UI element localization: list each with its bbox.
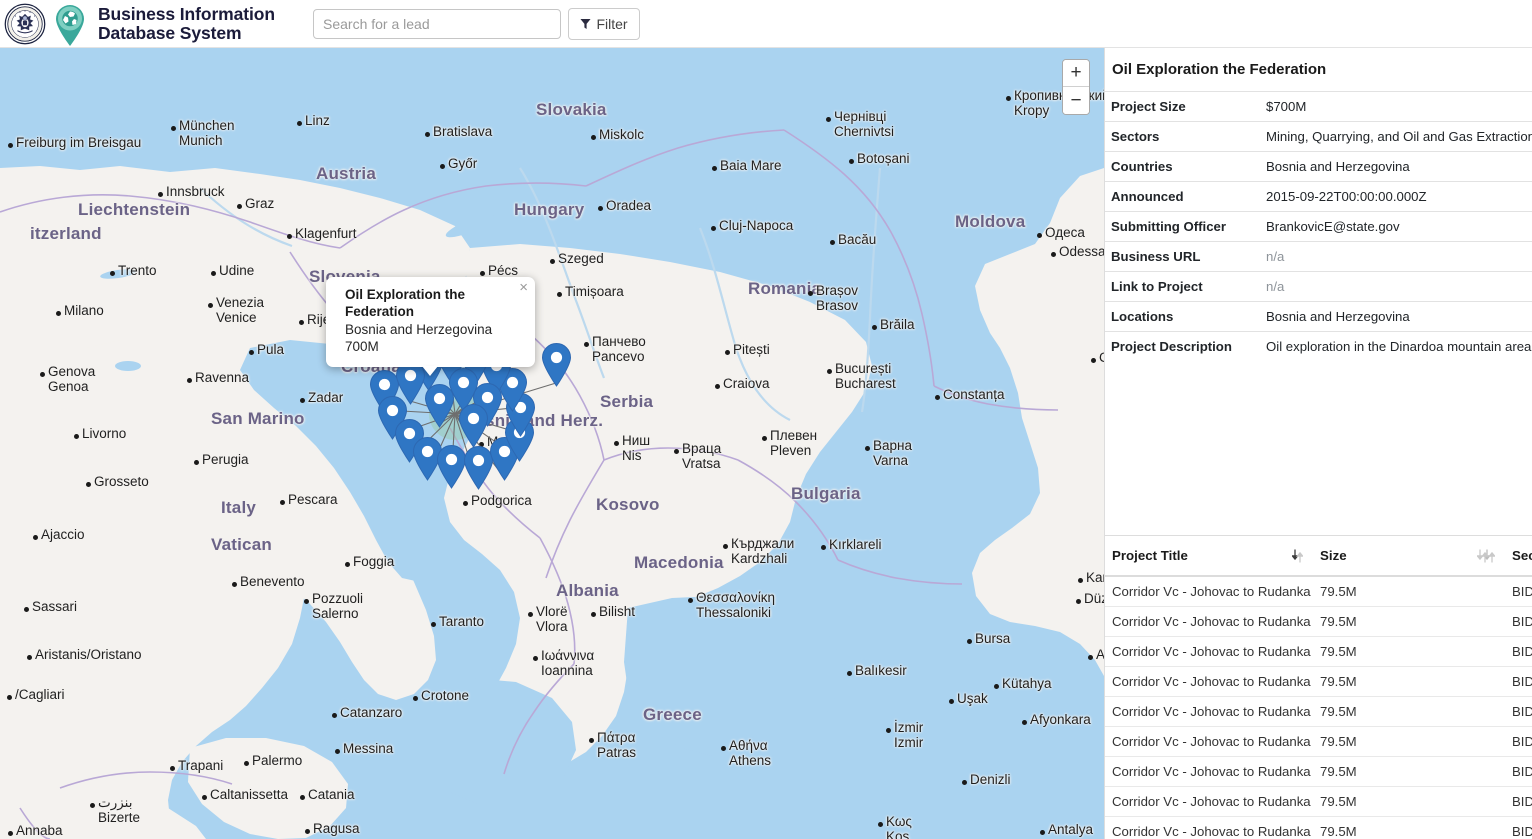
detail-row-value: Oil exploration in the Dinardoa mountain… — [1260, 331, 1532, 361]
detail-row: Business URL n/a — [1105, 241, 1532, 272]
detail-row: Countries Bosnia and Herzegovina — [1105, 151, 1532, 182]
results-row-title: Corridor Vc - Johovac to Rudanka — [1105, 786, 1313, 817]
detail-row-label: Locations — [1105, 301, 1260, 332]
results-column-header-label: Size — [1320, 548, 1347, 563]
results-column-header[interactable]: Sec — [1477, 536, 1532, 577]
results-row-size: 79.5M — [1313, 816, 1505, 839]
popup-tip — [422, 366, 438, 377]
results-row-sector: BIDS — [1505, 696, 1532, 727]
us-state-department-seal-icon — [4, 3, 46, 44]
results-row-size: 79.5M — [1313, 666, 1505, 697]
results-row-sector: BIDS — [1505, 786, 1532, 817]
map-marker-pin[interactable] — [541, 343, 572, 387]
sort-desc-icon[interactable] — [1292, 549, 1303, 562]
table-row[interactable]: Corridor Vc - Johovac to Rudanka79.5MBID… — [1105, 786, 1532, 817]
table-row[interactable]: Corridor Vc - Johovac to Rudanka79.5MBID… — [1105, 636, 1532, 667]
results-row-title: Corridor Vc - Johovac to Rudanka — [1105, 696, 1313, 727]
results-row-sector: BIDS — [1505, 636, 1532, 667]
app-root: Business Information Database System Fil… — [0, 0, 1532, 839]
detail-row-label: Link to Project — [1105, 271, 1260, 302]
results-row-size: 79.5M — [1313, 606, 1505, 637]
brand-line-1: Business Information — [98, 3, 275, 24]
detail-row-value: n/a — [1260, 271, 1532, 302]
results-row-title: Corridor Vc - Johovac to Rudanka — [1105, 636, 1313, 667]
table-row[interactable]: Corridor Vc - Johovac to Rudanka79.5MBID… — [1105, 666, 1532, 697]
results-column-header-label: Sec — [1512, 548, 1532, 563]
results-row-sector: BIDS — [1505, 606, 1532, 637]
map-canvas[interactable]: Slovakia Austria Hungary Liechtenstein itzer… — [0, 48, 1104, 839]
table-row[interactable]: Corridor Vc - Johovac to Rudanka79.5MBID… — [1105, 816, 1532, 839]
results-row-title: Corridor Vc - Johovac to Rudanka — [1105, 606, 1313, 637]
map-markers-layer[interactable] — [0, 48, 1104, 839]
detail-row-label: Countries — [1105, 151, 1260, 182]
filter-button[interactable]: Filter — [568, 8, 640, 40]
detail-row-value: Mining, Quarrying, and Oil and Gas Extra… — [1260, 121, 1532, 152]
results-row-sector: BIDS — [1505, 666, 1532, 697]
detail-row-label: Project Description — [1105, 331, 1260, 361]
results-row-title: Corridor Vc - Johovac to Rudanka — [1105, 756, 1313, 787]
results-table-section[interactable]: Project Title Size Sec Corridor Vc - Johov… — [1105, 535, 1532, 839]
popup-size: 700M — [345, 339, 379, 355]
results-row-size: 79.5M — [1313, 756, 1505, 787]
results-row-sector: BIDS — [1505, 816, 1532, 839]
map-marker-pin[interactable] — [458, 404, 489, 448]
detail-row: Project Description Oil exploration in th… — [1105, 331, 1532, 361]
detail-row-value: $700M — [1260, 91, 1532, 122]
project-detail-section: Oil Exploration the Federation Project S… — [1105, 48, 1532, 530]
search-input[interactable] — [313, 9, 561, 39]
detail-row-value: n/a — [1260, 241, 1532, 272]
detail-row: Project Size $700M — [1105, 91, 1532, 122]
results-row-size: 79.5M — [1313, 576, 1505, 607]
results-row-size: 79.5M — [1313, 726, 1505, 757]
popup-close-icon[interactable]: × — [519, 279, 528, 296]
map-popup[interactable]: × Oil Exploration the Federation Bosnia … — [326, 277, 535, 377]
table-row[interactable]: Corridor Vc - Johovac to Rudanka79.5MBID… — [1105, 696, 1532, 727]
page-title: Oil Exploration the Federation — [1112, 61, 1327, 78]
table-row[interactable]: Corridor Vc - Johovac to Rudanka79.5MBID… — [1105, 726, 1532, 757]
results-row-sector: BIDS — [1505, 726, 1532, 757]
results-column-header-label: Project Title — [1112, 548, 1188, 563]
app-brand-title: Business Information Database System — [98, 5, 275, 42]
popup-title: Oil Exploration the Federation — [345, 287, 466, 319]
results-row-title: Corridor Vc - Johovac to Rudanka — [1105, 666, 1313, 697]
map-marker-pin[interactable] — [424, 384, 455, 428]
detail-row-value: Bosnia and Herzegovina — [1260, 151, 1532, 182]
detail-row: Announced 2015-09-22T00:00:00.000Z — [1105, 181, 1532, 212]
sort-both-icon[interactable] — [1477, 549, 1488, 562]
detail-row-label: Announced — [1105, 181, 1260, 212]
funnel-icon — [580, 18, 591, 30]
globe-pin-icon — [56, 4, 84, 46]
results-row-sector: BIDS — [1505, 756, 1532, 787]
detail-row-label: Submitting Officer — [1105, 211, 1260, 242]
table-row[interactable]: Corridor Vc - Johovac to Rudanka79.5MBID… — [1105, 606, 1532, 637]
results-row-title: Corridor Vc - Johovac to Rudanka — [1105, 816, 1313, 839]
results-row-title: Corridor Vc - Johovac to Rudanka — [1105, 576, 1313, 607]
detail-row-value: 2015-09-22T00:00:00.000Z — [1260, 181, 1532, 212]
brand-line-2: Database System — [98, 22, 242, 43]
detail-row-value: BrankovicE@state.gov — [1260, 211, 1532, 242]
results-column-header[interactable]: Project Title — [1105, 536, 1313, 577]
project-detail-table: Project Size $700M Sectors Mining, Quarryin… — [1105, 91, 1532, 361]
results-row-title: Corridor Vc - Johovac to Rudanka — [1105, 726, 1313, 757]
table-row[interactable]: Corridor Vc - Johovac to Rudanka79.5MBID… — [1105, 756, 1532, 787]
results-row-sector: BIDS — [1505, 576, 1532, 607]
detail-row: Submitting Officer BrankovicE@state.gov — [1105, 211, 1532, 242]
popup-subtitle: Bosnia and Herzegovina — [345, 321, 493, 337]
filter-button-label: Filter — [596, 16, 628, 32]
detail-row-value: Bosnia and Herzegovina — [1260, 301, 1532, 332]
detail-row-label: Business URL — [1105, 241, 1260, 272]
detail-row-label: Project Size — [1105, 91, 1260, 122]
app-header: Business Information Database System Fil… — [0, 0, 1532, 48]
detail-row: Link to Project n/a — [1105, 271, 1532, 302]
results-row-size: 79.5M — [1313, 786, 1505, 817]
results-row-size: 79.5M — [1313, 636, 1505, 667]
detail-row: Sectors Mining, Quarrying, and Oil and Ga… — [1105, 121, 1532, 152]
results-table-header-row: Project Title Size Sec — [1105, 536, 1532, 577]
detail-row-label: Sectors — [1105, 121, 1260, 152]
detail-row: Locations Bosnia and Herzegovina — [1105, 301, 1532, 332]
table-row[interactable]: Corridor Vc - Johovac to Rudanka79.5MBID… — [1105, 576, 1532, 607]
results-row-size: 79.5M — [1313, 696, 1505, 727]
results-table: Project Title Size Sec Corridor Vc - Johov… — [1105, 536, 1532, 839]
right-panel: Oil Exploration the Federation Project S… — [1104, 48, 1532, 839]
